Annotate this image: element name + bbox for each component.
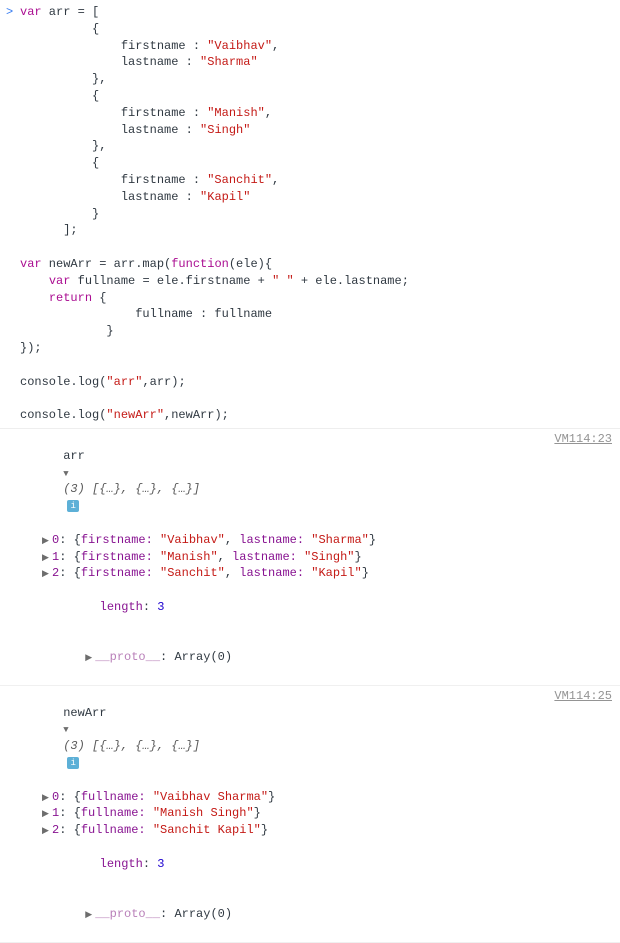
proto-val: Array(0): [174, 907, 232, 921]
item-index: 2: [52, 566, 59, 580]
input-prompt: >: [6, 4, 20, 424]
length-val: 3: [157, 857, 164, 871]
item-index: 0: [52, 533, 59, 547]
label-newarr: newArr: [63, 706, 106, 720]
expand-arrow-icon[interactable]: [42, 822, 52, 839]
expand-arrow-icon[interactable]: [85, 906, 95, 923]
item-index: 1: [52, 550, 59, 564]
proto-val: Array(0): [174, 650, 232, 664]
array-item[interactable]: 0: {firstname: "Vaibhav", lastname: "Sha…: [20, 532, 620, 549]
array-length-line[interactable]: length: 3: [20, 839, 620, 889]
expand-arrow-icon[interactable]: [42, 805, 52, 822]
expand-arrow-icon[interactable]: [42, 549, 52, 566]
item-index: 1: [52, 806, 59, 820]
log-content: newArr (3) [{…}, {…}, {…}] i 0: {fullnam…: [6, 688, 620, 940]
array-proto-line[interactable]: __proto__: Array(0): [20, 632, 620, 682]
input-code: var arr = [ { firstname : "Vaibhav", las…: [20, 4, 620, 424]
console-output-arr[interactable]: VM114:23 arr (3) [{…}, {…}, {…}] i 0: {f…: [0, 429, 620, 686]
expand-arrow-icon[interactable]: [63, 465, 73, 482]
array-item[interactable]: 2: {firstname: "Sanchit", lastname: "Kap…: [20, 565, 620, 582]
item-index: 2: [52, 823, 59, 837]
array-summary: (3) [{…}, {…}, {…}]: [63, 482, 200, 496]
console-output-newarr[interactable]: VM114:25 newArr (3) [{…}, {…}, {…}] i 0:…: [0, 686, 620, 943]
expand-arrow-icon[interactable]: [63, 721, 73, 738]
array-item[interactable]: 1: {fullname: "Manish Singh"}: [20, 805, 620, 822]
source-link[interactable]: VM114:25: [554, 688, 612, 705]
expand-arrow-icon[interactable]: [42, 789, 52, 806]
array-length-line[interactable]: length: 3: [20, 582, 620, 632]
length-key: length: [100, 600, 143, 614]
array-summary: (3) [{…}, {…}, {…}]: [63, 739, 200, 753]
info-icon[interactable]: i: [67, 757, 79, 769]
proto-key: __proto__: [95, 907, 160, 921]
item-index: 0: [52, 790, 59, 804]
array-proto-line[interactable]: __proto__: Array(0): [20, 889, 620, 939]
source-link[interactable]: VM114:23: [554, 431, 612, 448]
console-input-row[interactable]: > var arr = [ { firstname : "Vaibhav", l…: [0, 0, 620, 429]
expand-arrow-icon[interactable]: [42, 532, 52, 549]
array-item[interactable]: 0: {fullname: "Vaibhav Sharma"}: [20, 789, 620, 806]
label-arr: arr: [63, 449, 85, 463]
array-summary-line[interactable]: arr (3) [{…}, {…}, {…}] i: [20, 431, 620, 532]
expand-arrow-icon[interactable]: [85, 649, 95, 666]
array-item[interactable]: 1: {firstname: "Manish", lastname: "Sing…: [20, 549, 620, 566]
expand-arrow-icon[interactable]: [42, 565, 52, 582]
proto-key: __proto__: [95, 650, 160, 664]
length-val: 3: [157, 600, 164, 614]
length-key: length: [100, 857, 143, 871]
array-summary-line[interactable]: newArr (3) [{…}, {…}, {…}] i: [20, 688, 620, 789]
info-icon[interactable]: i: [67, 500, 79, 512]
log-content: arr (3) [{…}, {…}, {…}] i 0: {firstname:…: [6, 431, 620, 683]
array-item[interactable]: 2: {fullname: "Sanchit Kapil"}: [20, 822, 620, 839]
